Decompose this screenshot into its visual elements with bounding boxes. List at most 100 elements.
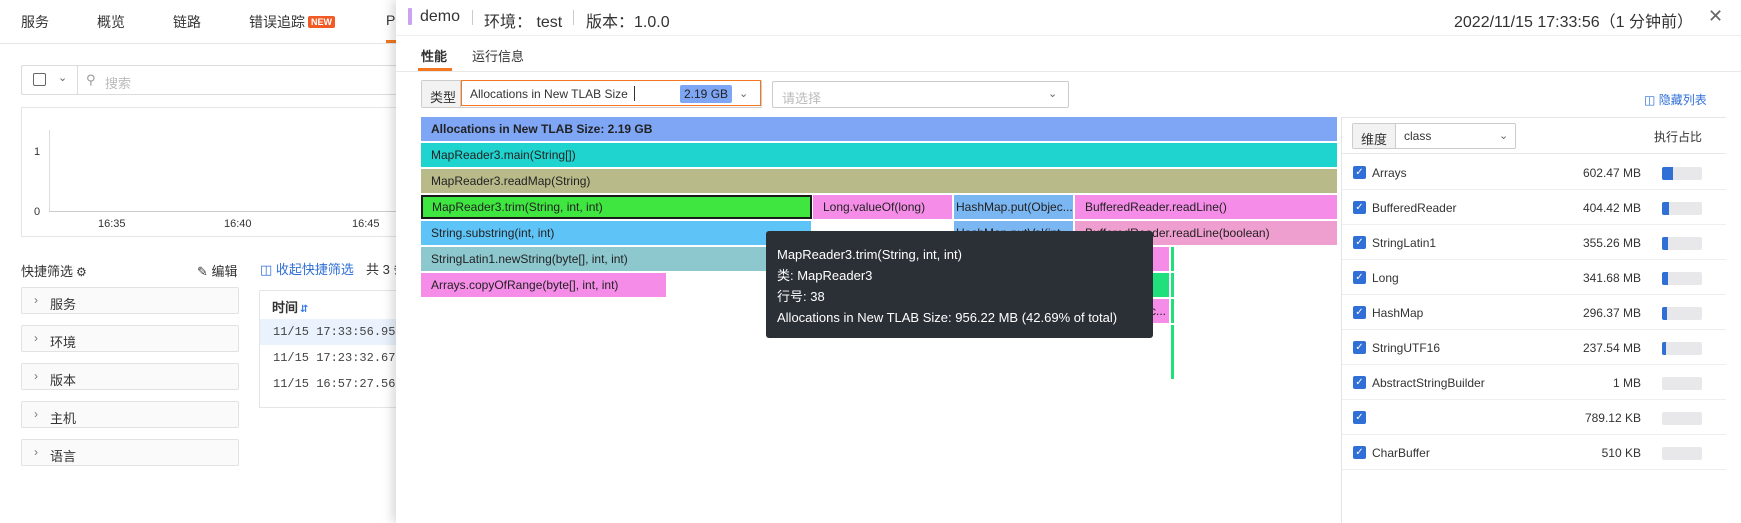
class-row[interactable]: ✓ 789.12 KB: [1342, 399, 1726, 435]
flame-frame-selected[interactable]: MapReader3.trim(String, int, int): [421, 195, 812, 219]
class-row[interactable]: ✓ StringUTF16 237.54 MB: [1342, 329, 1726, 365]
filter-label: 版本: [50, 373, 77, 388]
class-value: 602.47 MB: [1582, 166, 1641, 180]
table-row[interactable]: 11/15 16:57:27.560: [260, 371, 400, 397]
x-axis: [49, 211, 422, 212]
collapse-icon: ◫: [260, 262, 273, 277]
flame-frame[interactable]: StringLatin1.newString(byte[], int, int): [421, 247, 812, 271]
filter-item-env[interactable]: › 环境: [21, 325, 239, 352]
collapse-quick-filter-link[interactable]: ◫ 收起快捷筛选: [260, 259, 354, 278]
flame-frame[interactable]: Allocations in New TLAB Size: 2.19 GB: [421, 117, 1338, 141]
class-row[interactable]: ✓ Long 341.68 MB: [1342, 259, 1726, 295]
filter-select-placeholder: 请选择: [782, 91, 822, 106]
class-name: HashMap: [1372, 306, 1424, 320]
search-scope-select[interactable]: ⌄: [22, 66, 78, 94]
y-tick: 1: [34, 146, 41, 158]
flame-frame[interactable]: [1150, 247, 1170, 271]
version-text: 版本：1.0.0: [586, 14, 670, 31]
profile-drawer: demo 环境： test 版本：1.0.0 2022/11/15 17:33:…: [396, 0, 1741, 523]
table-row[interactable]: 11/15 17:33:56.950: [260, 319, 400, 345]
class-row[interactable]: ✓ BufferedReader 404.42 MB: [1342, 189, 1726, 225]
nav-item-traces[interactable]: 链路: [173, 12, 201, 32]
checkbox[interactable]: ✓: [1353, 446, 1366, 459]
y-tick: 0: [34, 206, 41, 218]
type-label: 类型: [422, 81, 461, 107]
new-badge: NEW: [308, 16, 335, 28]
flame-tooltip: MapReader3.trim(String, int, int) 类: Map…: [766, 231, 1153, 338]
tab-runtime-info[interactable]: 运行信息: [472, 46, 524, 65]
chevron-right-icon: ›: [34, 369, 38, 383]
tab-performance[interactable]: 性能: [421, 46, 447, 65]
hide-list-button[interactable]: ◫ 隐藏列表: [1644, 91, 1707, 108]
flame-frame[interactable]: c...: [1150, 299, 1170, 323]
checkbox[interactable]: ✓: [1353, 306, 1366, 319]
filter-item-language[interactable]: › 语言: [21, 439, 239, 466]
pencil-icon: ✎: [197, 264, 208, 279]
chevron-right-icon: ›: [34, 445, 38, 459]
x-tick: 16:35: [98, 218, 126, 230]
nav-item-services[interactable]: 服务: [21, 12, 49, 32]
filter-select[interactable]: 请选择 ⌄: [772, 81, 1069, 108]
ratio-bar-fill: [1662, 307, 1667, 320]
flame-frame-sliver[interactable]: [1171, 273, 1175, 297]
class-value: 789.12 KB: [1584, 411, 1641, 425]
flame-frame-sliver[interactable]: [1171, 247, 1175, 271]
flame-frame[interactable]: [1150, 273, 1170, 297]
filter-item-service[interactable]: › 服务: [21, 287, 239, 314]
checkbox[interactable]: ✓: [1353, 236, 1366, 249]
title-accent-bar: [408, 8, 412, 25]
chevron-down-icon: ⌄: [1499, 130, 1509, 142]
class-name: CharBuffer: [1372, 446, 1430, 460]
class-name: BufferedReader: [1372, 201, 1457, 215]
filter-label: 环境: [50, 335, 77, 350]
gear-icon[interactable]: ⚙: [76, 265, 87, 279]
ratio-bar-fill: [1662, 167, 1673, 180]
tooltip-class: 类: MapReader3: [777, 268, 873, 283]
close-icon[interactable]: ✕: [1708, 6, 1723, 27]
class-name: Long: [1372, 271, 1399, 285]
checkbox[interactable]: ✓: [1353, 166, 1366, 179]
class-row[interactable]: ✓ StringLatin1 355.26 MB: [1342, 224, 1726, 260]
checkbox[interactable]: ✓: [1353, 376, 1366, 389]
search-bar: ⌄ ⚲ 搜索: [21, 65, 421, 95]
class-row[interactable]: ✓ HashMap 296.37 MB: [1342, 294, 1726, 330]
flame-frame[interactable]: Long.valueOf(long): [813, 195, 953, 219]
tooltip-line: 行号: 38: [777, 289, 825, 304]
type-select[interactable]: Allocations in New TLAB Size 2.19 GB ⌄: [461, 80, 761, 106]
nav-item-error-tracking[interactable]: 错误追踪 NEW: [249, 12, 335, 32]
chevron-right-icon: ›: [34, 293, 38, 307]
checkbox[interactable]: ✓: [1353, 411, 1366, 424]
class-row[interactable]: ✓ Arrays 602.47 MB: [1342, 154, 1726, 190]
time-column-header[interactable]: 时间 ⇵: [272, 297, 308, 316]
nav-item-profile[interactable]: P: [386, 12, 395, 28]
flame-frame[interactable]: MapReader3.readMap(String): [421, 169, 1338, 193]
dimension-selector[interactable]: 维度 class ⌄: [1352, 123, 1516, 149]
checkbox[interactable]: ✓: [1353, 271, 1366, 284]
filter-item-host[interactable]: › 主机: [21, 401, 239, 428]
calendar-icon: [33, 73, 46, 86]
tab-active-indicator: [418, 68, 452, 71]
ratio-bar: [1662, 202, 1702, 215]
table-row[interactable]: 11/15 17:23:32.670: [260, 345, 400, 371]
nav-item-overview[interactable]: 概览: [97, 12, 125, 32]
flame-frame[interactable]: MapReader3.main(String[]): [421, 143, 1338, 167]
flame-frame-sliver[interactable]: [1171, 299, 1175, 323]
class-row[interactable]: ✓ AbstractStringBuilder 1 MB: [1342, 364, 1726, 400]
class-row[interactable]: ✓ CharBuffer 510 KB: [1342, 434, 1726, 470]
filter-label: 主机: [50, 411, 77, 426]
filter-item-version[interactable]: › 版本: [21, 363, 239, 390]
edit-button[interactable]: ✎ 编辑: [197, 261, 238, 280]
flame-frame[interactable]: BufferedReader.readLine(): [1075, 195, 1338, 219]
checkbox[interactable]: ✓: [1353, 341, 1366, 354]
flame-frame-sliver[interactable]: [1171, 325, 1175, 379]
flame-frame[interactable]: HashMap.put(Objec...: [954, 195, 1074, 219]
divider: [472, 10, 473, 25]
flame-frame[interactable]: Arrays.copyOfRange(byte[], int, int): [421, 273, 667, 297]
search-input[interactable]: 搜索: [105, 73, 131, 92]
collapse-label: 收起快捷筛选: [275, 262, 354, 277]
filter-label: 语言: [50, 449, 77, 464]
checkbox[interactable]: ✓: [1353, 201, 1366, 214]
class-breakdown-panel: 维度 class ⌄ 执行占比 ✓ Arrays 602.47 MB ✓ Buffere…: [1341, 117, 1726, 523]
divider: [573, 10, 574, 25]
flame-frame[interactable]: String.substring(int, int): [421, 221, 812, 245]
